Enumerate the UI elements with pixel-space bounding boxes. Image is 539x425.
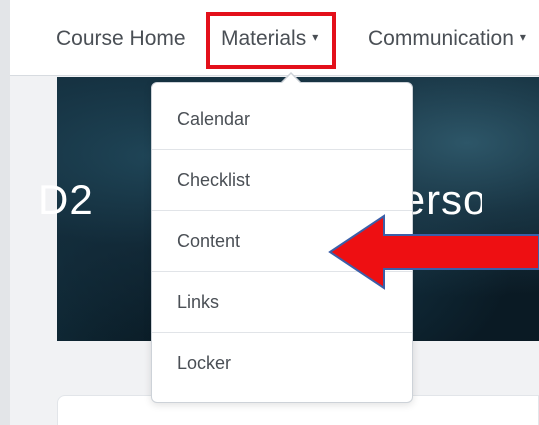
dropdown-caret-inner (281, 74, 301, 84)
arrow-shape (328, 214, 539, 290)
menu-item-locker[interactable]: Locker (152, 333, 412, 394)
nav-course-home-label: Course Home (56, 27, 186, 50)
nav-communication[interactable]: Communication ▾ (368, 24, 526, 54)
nav-materials[interactable]: Materials ▾ (221, 24, 318, 54)
page-left-edge (0, 0, 10, 425)
nav-communication-label: Communication (368, 27, 514, 50)
chevron-down-icon: ▾ (519, 30, 526, 45)
banner-title-left: D2 (38, 176, 94, 223)
screenshot-frame: Course Home Materials ▾ Communication ▾ D2… (0, 0, 539, 425)
menu-item-calendar[interactable]: Calendar (152, 89, 412, 150)
chevron-down-icon: ▾ (312, 30, 319, 45)
course-navbar: Course Home Materials ▾ Communication ▾ (10, 0, 539, 76)
nav-materials-label: Materials (221, 27, 307, 50)
left-arrow-icon (328, 214, 539, 290)
menu-item-checklist[interactable]: Checklist (152, 150, 412, 211)
nav-course-home[interactable]: Course Home (56, 24, 186, 54)
